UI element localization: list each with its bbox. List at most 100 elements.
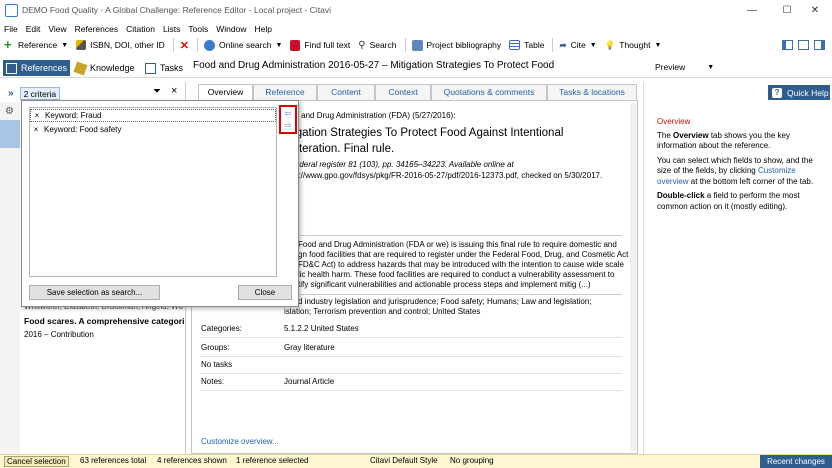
reference-title-line2: ulteration. Final rule. bbox=[290, 143, 395, 155]
title-bar: DEMO Food Quality - A Global Challenge: … bbox=[0, 0, 832, 21]
nav-knowledge-label: Knowledge bbox=[90, 63, 135, 73]
move-down-arrow-icon[interactable]: ⇨ bbox=[283, 121, 293, 130]
cancel-selection-button[interactable]: Cancel selection bbox=[4, 456, 69, 467]
menu-file[interactable]: File bbox=[4, 24, 18, 34]
grouping-status[interactable]: No grouping bbox=[450, 456, 494, 465]
groups-label: Groups: bbox=[201, 343, 230, 352]
tab-content[interactable]: Content bbox=[317, 84, 375, 100]
layout-left-icon[interactable] bbox=[782, 40, 793, 50]
chevron-down-icon: ▼ bbox=[275, 41, 283, 49]
settings-gear-icon[interactable]: ⚙ bbox=[5, 106, 14, 117]
cite-button[interactable]: ➦ Cite ▼ bbox=[559, 40, 596, 51]
delete-x-icon: ✕ bbox=[179, 39, 190, 52]
criterion-row[interactable]: × Keyword: Fraud bbox=[30, 109, 276, 122]
menu-lists[interactable]: Lists bbox=[163, 24, 180, 34]
minimize-button[interactable]: — bbox=[732, 0, 772, 21]
criterion-row[interactable]: × Keyword: Food safety bbox=[30, 123, 276, 136]
chevron-down-icon: ▼ bbox=[654, 41, 662, 49]
preview-label: Preview bbox=[655, 62, 686, 72]
abstract-line: lic health harm. These food facilities a… bbox=[298, 270, 615, 279]
groups-value[interactable]: Gray literature bbox=[284, 343, 335, 354]
navigation-row: References Knowledge Tasks Food and Drug… bbox=[0, 58, 832, 78]
tab-overview[interactable]: Overview bbox=[198, 84, 253, 100]
categories-value[interactable]: 5.1.2.2 United States bbox=[284, 324, 359, 335]
divider bbox=[284, 294, 622, 295]
keywords-line2: islation; Terrorism prevention and contr… bbox=[284, 307, 481, 316]
criterion-label: Keyword: Food safety bbox=[44, 125, 122, 134]
preview-dropdown[interactable]: Preview ▼ bbox=[655, 62, 714, 72]
thought-label: Thought bbox=[619, 40, 651, 50]
selection-criteria-bar: » 2 criteria ⏷ × bbox=[0, 85, 186, 100]
quick-help-label: Quick Help bbox=[787, 87, 829, 98]
help-bold-text: Double-click bbox=[657, 191, 705, 200]
nav-knowledge[interactable]: Knowledge bbox=[72, 60, 138, 76]
menu-edit[interactable]: Edit bbox=[26, 24, 41, 34]
customize-overview-link[interactable]: Customize overview... bbox=[201, 437, 279, 448]
menu-view[interactable]: View bbox=[48, 24, 66, 34]
divider bbox=[200, 337, 622, 338]
toolbar-divider bbox=[552, 38, 554, 52]
nav-references[interactable]: References bbox=[3, 60, 71, 76]
move-up-arrow-icon[interactable]: ⇦ bbox=[283, 109, 293, 118]
no-tasks-label: No tasks bbox=[201, 360, 233, 369]
search-label: Search bbox=[369, 40, 397, 50]
vertical-scrollbar[interactable] bbox=[630, 103, 637, 451]
notes-value[interactable]: Journal Article bbox=[284, 377, 334, 388]
reference-header: Food and Drug Administration 2016-05-27 … bbox=[193, 60, 555, 71]
nav-tasks[interactable]: Tasks bbox=[142, 60, 186, 76]
add-reference-button[interactable]: + Reference ▼ bbox=[4, 38, 68, 51]
toolbar: + Reference ▼ ISBN, DOI, other ID ✕ Onli… bbox=[0, 36, 832, 54]
books-icon bbox=[6, 62, 17, 74]
help-paragraph: You can select which fields to show, and… bbox=[657, 156, 822, 188]
menu-help[interactable]: Help bbox=[255, 24, 272, 34]
abstract-line: Food and Drug Administration (FDA or we)… bbox=[298, 240, 617, 249]
filter-icon[interactable]: ⏷ bbox=[153, 86, 161, 97]
save-selection-button[interactable]: Save selection as search... bbox=[29, 285, 160, 300]
tab-reference[interactable]: Reference bbox=[253, 84, 317, 100]
chevron-down-icon: ▼ bbox=[589, 41, 597, 49]
layout-right-icon[interactable] bbox=[814, 40, 825, 50]
tab-tasks-locations[interactable]: Tasks & locations bbox=[547, 84, 637, 100]
clear-criteria-button[interactable]: × bbox=[171, 85, 177, 97]
find-full-text-button[interactable]: Find full text bbox=[290, 39, 350, 51]
toolbar-divider bbox=[197, 38, 199, 52]
close-popup-button[interactable]: Close bbox=[238, 285, 292, 300]
layout-center-icon[interactable] bbox=[798, 40, 809, 50]
preview-panel: Overview The Overview tab shows you the … bbox=[643, 82, 832, 454]
citation-style[interactable]: Citavi Default Style bbox=[370, 456, 438, 465]
close-window-button[interactable]: ✕ bbox=[795, 0, 832, 21]
menu-citation[interactable]: Citation bbox=[126, 24, 155, 34]
reference-list-item[interactable]: Whitworth, Elizabeth; Druckman, Angela; … bbox=[24, 302, 184, 339]
abstract-line: FD&C Act) to address hazards that may be… bbox=[298, 260, 624, 269]
abstract-line: tify significant vulnerabilities and act… bbox=[298, 280, 591, 289]
cite-label: Cite bbox=[570, 40, 586, 50]
tasks-icon bbox=[145, 62, 156, 74]
thought-button[interactable]: 💡 Thought ▼ bbox=[605, 40, 662, 51]
remove-criterion-icon[interactable]: × bbox=[31, 111, 43, 120]
nav-references-label: References bbox=[21, 63, 68, 73]
overview-help-heading: Overview bbox=[657, 117, 691, 126]
isbn-lookup-button[interactable]: ISBN, DOI, other ID bbox=[76, 40, 165, 50]
abstract-line: gn food facilities that are required to … bbox=[298, 250, 629, 259]
table-button[interactable]: Table bbox=[509, 40, 544, 50]
tab-quotations-comments[interactable]: Quotations & comments bbox=[431, 84, 547, 100]
menu-tools[interactable]: Tools bbox=[188, 24, 208, 34]
quick-help-content: Overview The Overview tab shows you the … bbox=[657, 117, 822, 212]
menu-references[interactable]: References bbox=[75, 24, 118, 34]
expand-icon[interactable]: » bbox=[8, 88, 14, 99]
layout-toggles bbox=[782, 40, 825, 50]
menu-window[interactable]: Window bbox=[216, 24, 246, 34]
criteria-count[interactable]: 2 criteria bbox=[19, 86, 61, 100]
search-button[interactable]: ⚲ Search bbox=[358, 40, 396, 51]
online-search-label: Online search bbox=[219, 40, 272, 50]
tab-context[interactable]: Context bbox=[375, 84, 431, 100]
project-bibliography-button[interactable]: Project bibliography bbox=[411, 39, 501, 51]
online-search-button[interactable]: Online search ▼ bbox=[204, 39, 283, 51]
quick-help-button[interactable]: ? Quick Help bbox=[768, 85, 830, 100]
remove-criterion-icon[interactable]: × bbox=[30, 125, 42, 134]
delete-button[interactable]: ✕ bbox=[180, 39, 189, 52]
recent-changes-button[interactable]: Recent changes bbox=[760, 455, 832, 468]
references-selected: 1 reference selected bbox=[236, 456, 309, 465]
categories-label: Categories: bbox=[201, 324, 242, 333]
nav-tasks-label: Tasks bbox=[160, 63, 184, 73]
